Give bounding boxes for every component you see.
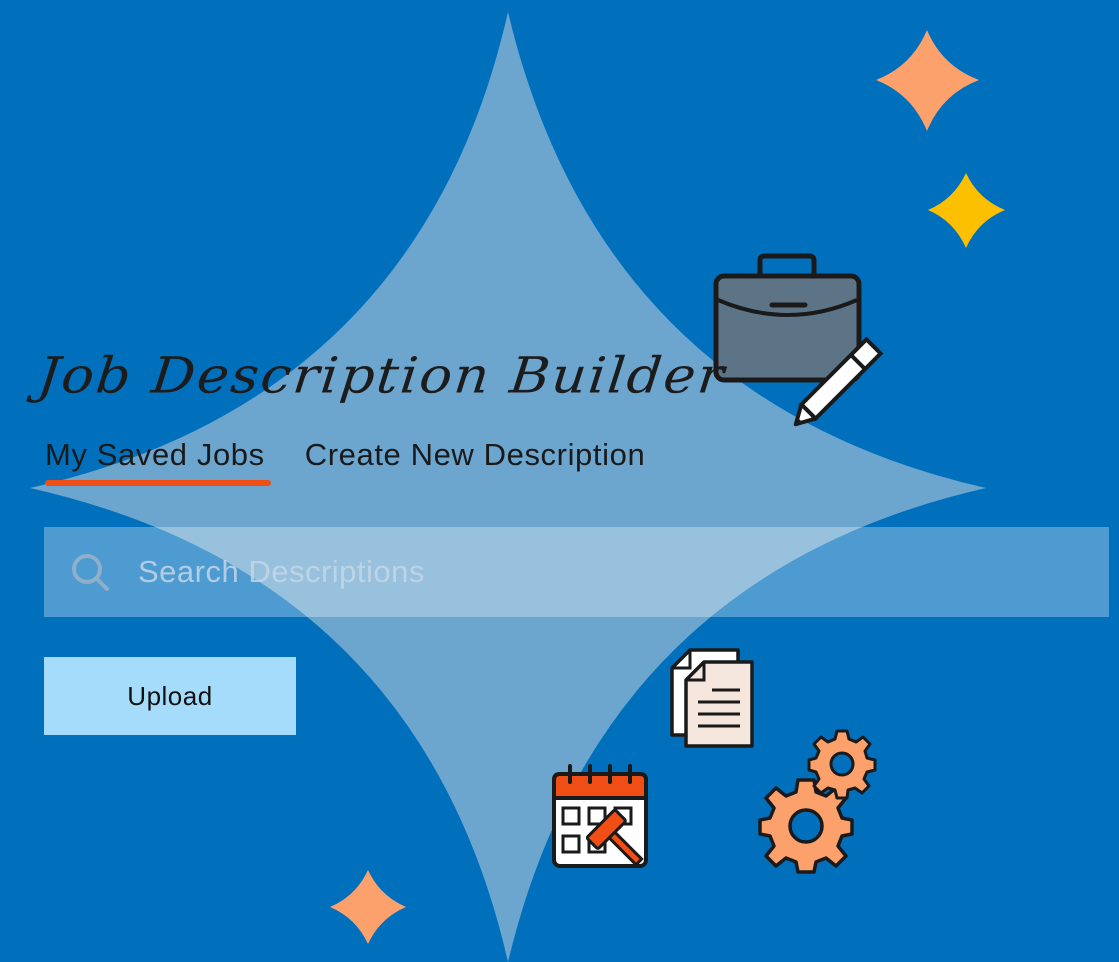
tab-create-new-description[interactable]: Create New Description [305,436,646,486]
upload-button[interactable]: Upload [44,657,296,735]
search-bar[interactable] [44,527,1109,617]
sparkle-yellow-icon [928,173,1005,248]
tab-bar: My Saved Jobs Create New Description [45,436,645,488]
tab-my-saved-jobs[interactable]: My Saved Jobs [45,436,271,486]
sparkle-orange-icon [876,30,979,131]
page-title: Job Description Builder [35,346,729,405]
documents-icon [670,648,754,748]
search-input[interactable] [136,541,1109,603]
briefcase-icon [713,253,862,383]
gears-icon [758,729,877,874]
calendar-gavel-icon [552,764,648,868]
sparkle-orange-bottom-icon [330,870,406,944]
app-root: Job Description Builder My Saved Jobs Cr… [0,0,1119,962]
search-icon [68,550,112,594]
